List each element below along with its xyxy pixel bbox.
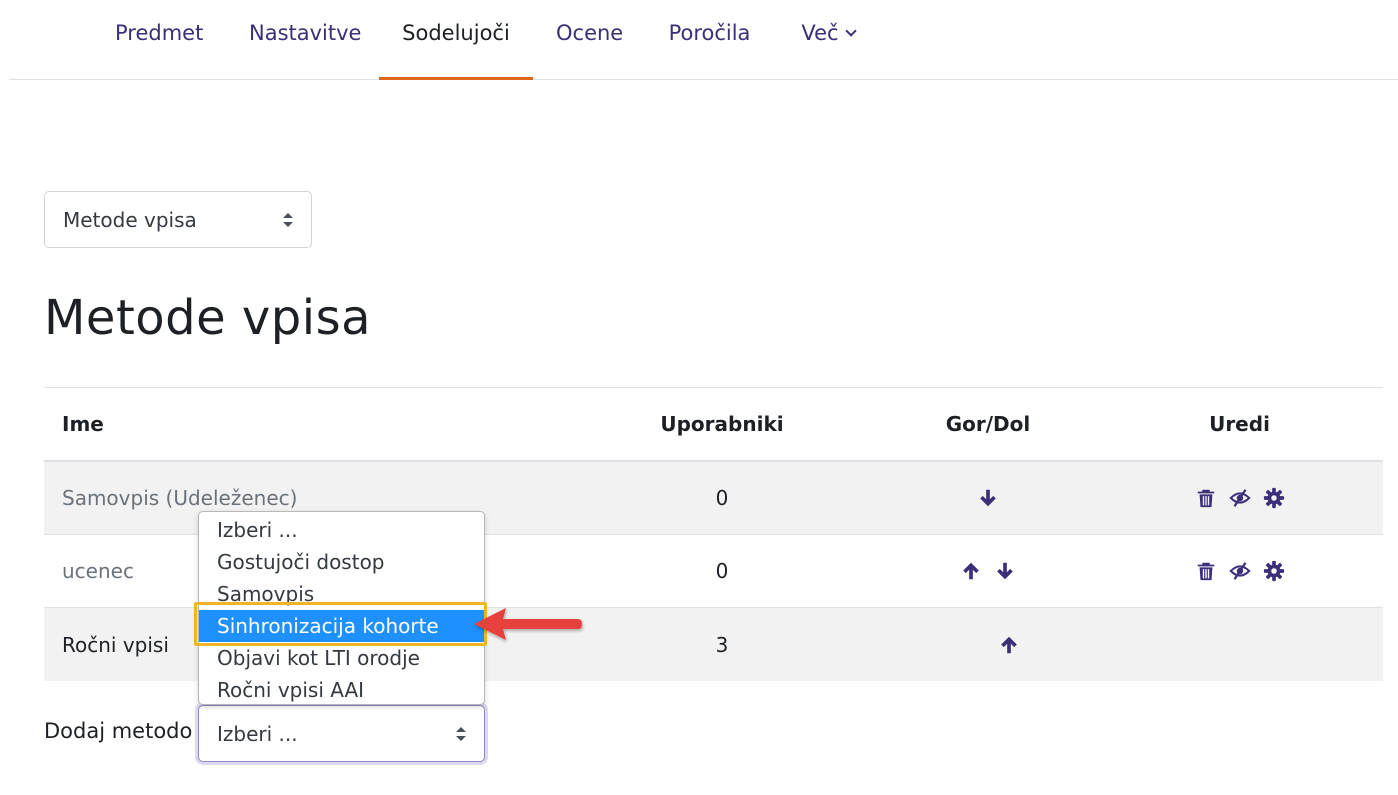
eye-slash-icon[interactable] xyxy=(1228,486,1252,510)
gear-icon[interactable] xyxy=(1262,559,1286,583)
option-lti-tool[interactable]: Objavi kot LTI orodje xyxy=(199,642,484,674)
trash-icon[interactable] xyxy=(1194,559,1218,583)
option-manual-aai[interactable]: Ročni vpisi AAI xyxy=(199,674,484,706)
edit-controls xyxy=(1096,608,1383,681)
option-select[interactable]: Izberi ... xyxy=(199,514,484,546)
enrolment-page-select-value: Metode vpisa xyxy=(63,207,197,232)
tab-course[interactable]: Predmet xyxy=(115,0,203,80)
add-method-label: Dodaj metodo xyxy=(44,719,193,743)
arrow-up-icon[interactable] xyxy=(959,559,983,583)
header-edit: Uredi xyxy=(1209,412,1270,436)
course-navigation: Predmet Nastavitve Sodelujoči Ocene Poro… xyxy=(9,0,1398,80)
select-arrows-icon xyxy=(283,212,293,227)
method-users: 0 xyxy=(715,486,729,510)
method-name: ucenec xyxy=(62,559,134,583)
tab-more[interactable]: Več xyxy=(797,0,859,80)
method-name: Ročni vpisi xyxy=(62,632,169,657)
tab-more-label: Več xyxy=(801,21,839,45)
highlight-box xyxy=(194,602,487,646)
add-method-select-value: Izberi ... xyxy=(217,721,298,746)
method-users: 0 xyxy=(715,559,729,583)
tab-grades[interactable]: Ocene xyxy=(556,0,623,80)
tab-reports[interactable]: Poročila xyxy=(667,0,752,80)
tab-settings[interactable]: Nastavitve xyxy=(249,0,361,80)
chevron-down-icon xyxy=(844,25,857,37)
trash-icon[interactable] xyxy=(1194,486,1218,510)
tab-participants[interactable]: Sodelujoči xyxy=(379,0,533,80)
move-controls xyxy=(880,462,1096,534)
callout-arrow-icon xyxy=(474,608,582,640)
arrow-up-icon[interactable] xyxy=(997,633,1021,657)
table-header: Ime Uporabniki Gor/Dol Uredi xyxy=(44,388,1383,462)
move-controls xyxy=(880,535,1096,607)
header-name: Ime xyxy=(62,412,104,436)
add-method-select[interactable]: Izberi ... xyxy=(198,705,485,762)
option-guest-access[interactable]: Gostujoči dostop xyxy=(199,546,484,578)
enrolment-page-select[interactable]: Metode vpisa xyxy=(44,191,312,248)
page-title: Metode vpisa xyxy=(44,290,372,346)
move-controls xyxy=(880,608,1096,681)
arrow-down-icon[interactable] xyxy=(993,559,1017,583)
edit-controls xyxy=(1096,462,1383,534)
edit-controls xyxy=(1096,535,1383,607)
arrow-down-icon[interactable] xyxy=(976,486,1000,510)
eye-slash-icon[interactable] xyxy=(1228,559,1252,583)
header-users: Uporabniki xyxy=(660,412,784,436)
select-arrows-icon xyxy=(456,726,466,741)
method-users: 3 xyxy=(715,632,729,657)
header-updown: Gor/Dol xyxy=(945,412,1031,436)
gear-icon[interactable] xyxy=(1262,486,1286,510)
